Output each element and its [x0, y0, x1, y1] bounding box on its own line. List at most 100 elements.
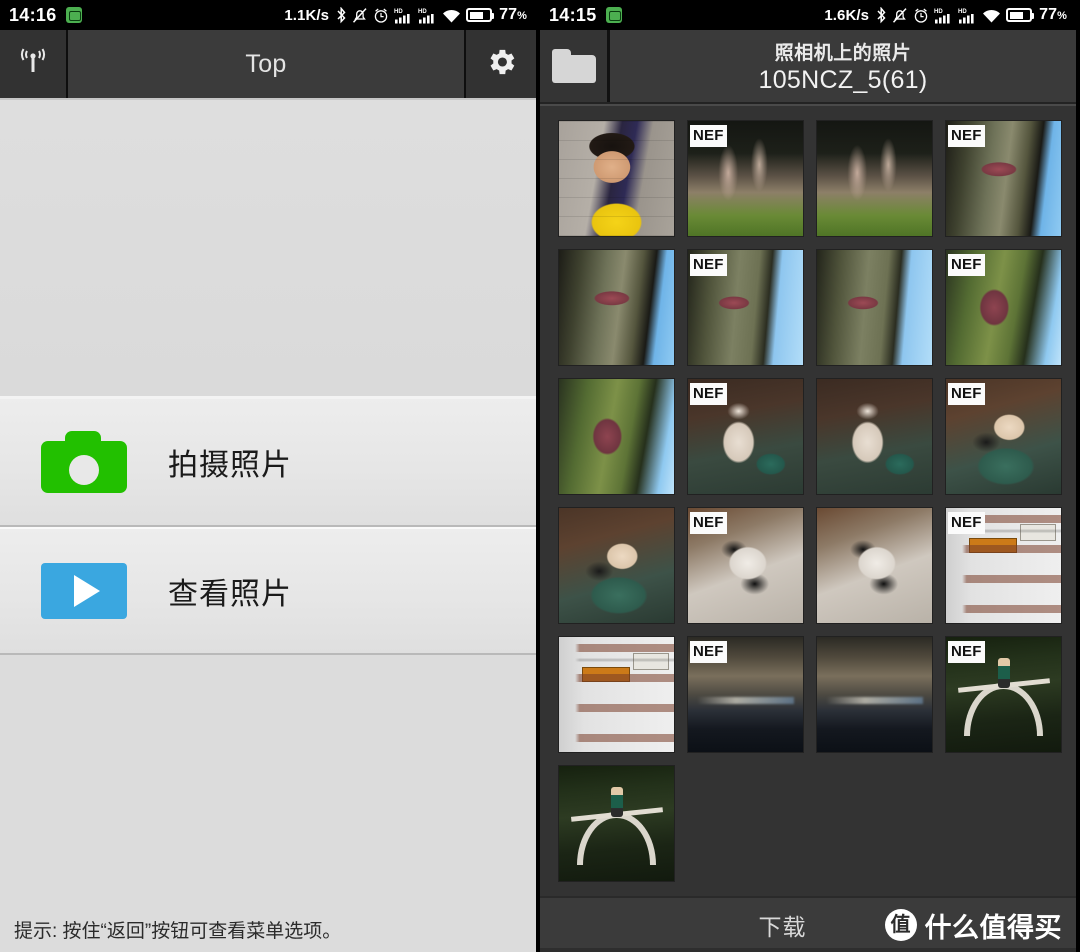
folder-icon-body — [551, 55, 596, 83]
photo-thumbnail: NEF — [688, 379, 803, 494]
photo-cell[interactable]: NEF — [939, 372, 1068, 501]
folder-title-subtitle: 照相机上的照片 — [774, 42, 912, 64]
sign-welcome-plate — [632, 653, 670, 671]
battery-percent: 77% — [1039, 6, 1067, 24]
percent-symbol: % — [517, 10, 527, 22]
battery-percent-value: 77 — [1039, 6, 1058, 23]
status-time: 14:15 — [549, 4, 597, 25]
photo-thumbnail-image — [559, 121, 674, 236]
photo-cell[interactable] — [552, 630, 681, 759]
photo-thumbnail — [559, 121, 674, 236]
photo-cell[interactable]: NEF — [681, 114, 810, 243]
photo-thumbnail: NEF — [688, 250, 803, 365]
photo-cell[interactable] — [810, 114, 939, 243]
photo-thumbnail — [817, 250, 932, 365]
photo-cell[interactable] — [552, 243, 681, 372]
right-bottom-bar: 下载 值 什么值得买 — [540, 896, 1076, 952]
left-app-header: Top — [0, 30, 536, 100]
photo-cell[interactable] — [552, 501, 681, 630]
photo-cell[interactable] — [810, 243, 939, 372]
bridge-person — [997, 657, 1011, 688]
photo-thumbnail-image — [559, 250, 674, 365]
svg-text:HD: HD — [418, 9, 427, 15]
photo-thumbnail: NEF — [946, 121, 1061, 236]
menu-item-label: 查看照片 — [168, 578, 292, 611]
photo-cell[interactable]: NEF — [681, 372, 810, 501]
photo-cell[interactable]: NEF — [939, 114, 1068, 243]
wireless-icon — [16, 46, 50, 83]
menu-item-view-photos[interactable]: 查看照片 — [0, 527, 536, 655]
android-app-icon — [65, 7, 82, 23]
gear-icon — [484, 45, 518, 84]
download-button[interactable]: 下载 — [759, 908, 807, 942]
dual-screenshot-composite: 14:16 1.1K/s HD HD 77% Top 拍摄照片 查看照片 提示:… — [0, 0, 1080, 952]
nef-format-badge: NEF — [948, 254, 985, 276]
alarm-clock-icon — [373, 7, 389, 24]
svg-text:HD: HD — [934, 9, 943, 15]
settings-button[interactable] — [464, 30, 536, 98]
wifi-icon — [442, 7, 461, 24]
photo-thumbnail-image — [817, 379, 932, 494]
status-icon-tray: 1.1K/s HD HD 77% — [284, 6, 527, 24]
folder-title-name: 105NCZ_5(61) — [758, 65, 928, 94]
nef-format-badge: NEF — [690, 254, 727, 276]
photo-grid-scroll-area[interactable]: NEF NEF NEF NEF NEF NEF NEF NEF NEF NEF — [540, 104, 1076, 896]
battery-percent-value: 77 — [499, 6, 518, 23]
alarm-clock-icon — [913, 7, 929, 24]
photo-thumbnail — [559, 637, 674, 752]
watermark-badge-icon: 值 — [884, 909, 917, 941]
photo-cell[interactable]: NEF — [939, 243, 1068, 372]
footer-hint: 提示: 按住“返回”按钮可查看菜单选项。 — [0, 906, 536, 952]
android-app-icon — [605, 7, 622, 23]
menu-item-take-photo[interactable]: 拍摄照片 — [0, 399, 536, 527]
photo-cell[interactable] — [810, 501, 939, 630]
photo-thumbnail — [559, 379, 674, 494]
battery-icon — [466, 8, 495, 22]
bluetooth-icon — [336, 6, 347, 24]
photo-thumbnail — [817, 379, 932, 494]
photo-thumbnail-image — [559, 508, 674, 623]
photo-cell[interactable]: NEF — [939, 630, 1068, 759]
nef-format-badge: NEF — [948, 641, 985, 663]
page-title: Top — [68, 30, 464, 98]
svg-text:HD: HD — [394, 9, 403, 15]
photo-cell[interactable] — [552, 372, 681, 501]
nef-format-badge: NEF — [948, 383, 985, 405]
photo-thumbnail — [559, 508, 674, 623]
photo-thumbnail: NEF — [946, 508, 1061, 623]
camera-icon — [0, 431, 168, 493]
folder-icon — [551, 49, 596, 83]
photo-thumbnail-image — [817, 121, 932, 236]
photo-thumbnail-image — [817, 508, 932, 623]
photo-thumbnail: NEF — [946, 637, 1061, 752]
status-time: 14:16 — [9, 4, 57, 25]
photo-cell[interactable]: NEF — [681, 630, 810, 759]
nef-format-badge: NEF — [948, 512, 985, 534]
photo-cell[interactable]: NEF — [681, 501, 810, 630]
nef-format-badge: NEF — [690, 125, 727, 147]
wireless-connect-button[interactable] — [0, 30, 68, 98]
watermark-text: 什么值得买 — [924, 912, 1062, 943]
right-status-bar: 14:15 1.6K/s HD HD 77% — [540, 0, 1076, 30]
network-speed-label: 1.6K/s — [824, 6, 870, 24]
photo-cell[interactable]: NEF — [939, 501, 1068, 630]
photo-cell[interactable] — [552, 759, 681, 888]
photo-grid: NEF NEF NEF NEF NEF NEF NEF NEF NEF NEF — [540, 106, 1076, 888]
nef-format-badge: NEF — [690, 641, 727, 663]
nef-format-badge: NEF — [948, 125, 985, 147]
photo-cell[interactable] — [810, 372, 939, 501]
photo-cell[interactable] — [552, 114, 681, 243]
photo-thumbnail: NEF — [688, 121, 803, 236]
sign-open-plate — [969, 537, 1018, 553]
battery-icon — [1006, 8, 1035, 22]
nef-format-badge: NEF — [690, 512, 727, 534]
camera-icon-lens — [69, 455, 99, 485]
network-speed-label: 1.1K/s — [284, 6, 330, 24]
photo-cell[interactable]: NEF — [681, 243, 810, 372]
photo-thumbnail-image — [559, 766, 674, 881]
photo-thumbnail-image — [817, 250, 932, 365]
photo-cell[interactable] — [810, 630, 939, 759]
folder-button[interactable] — [540, 30, 610, 102]
photo-thumbnail-image — [817, 637, 932, 752]
sign-welcome-plate — [1019, 524, 1057, 542]
